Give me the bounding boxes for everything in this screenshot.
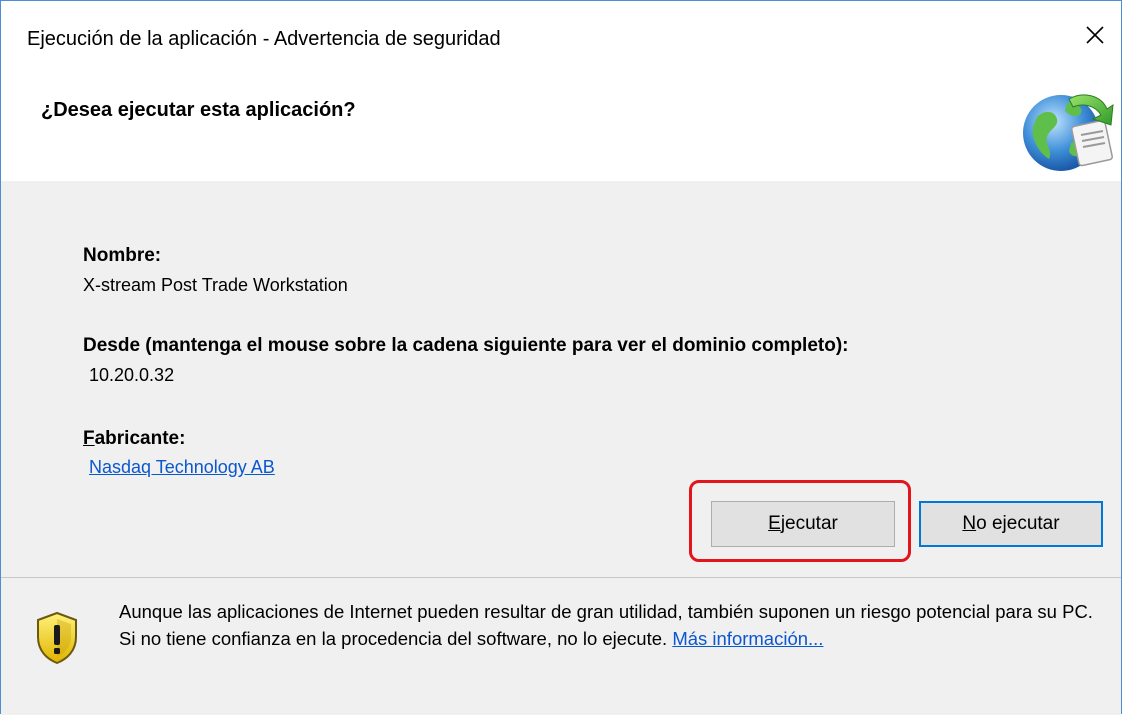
warning-body: Aunque las aplicaciones de Internet pued… xyxy=(119,601,1093,649)
do-not-run-button-label: No ejecutar xyxy=(962,513,1060,534)
run-question: ¿Desea ejecutar esta aplicación? xyxy=(41,99,356,121)
from-value[interactable]: 10.20.0.32 xyxy=(89,365,174,386)
warning-footer: Aunque las aplicaciones de Internet pued… xyxy=(1,578,1121,715)
window-title: Ejecución de la aplicación - Advertencia… xyxy=(27,28,501,50)
application-globe-icon xyxy=(1023,94,1114,171)
close-button[interactable] xyxy=(1075,15,1115,55)
more-info-link[interactable]: Más información... xyxy=(672,628,823,649)
from-label: Desde (mantenga el mouse sobre la cadena… xyxy=(83,335,849,356)
run-button-label: Ejecutar xyxy=(768,513,838,534)
name-value: X-stream Post Trade Workstation xyxy=(83,275,348,295)
dialog-header: ¿Desea ejecutar esta aplicación? xyxy=(1,81,1121,181)
publisher-label: Fabricante: xyxy=(83,428,186,449)
details-panel: Nombre: X-stream Post Trade Workstation … xyxy=(1,181,1121,578)
do-not-run-button[interactable]: No ejecutar xyxy=(919,501,1103,547)
title-bar: Ejecución de la aplicación - Advertencia… xyxy=(1,1,1121,81)
close-icon xyxy=(1086,26,1104,44)
name-label: Nombre: xyxy=(83,245,162,266)
security-warning-dialog: Ejecución de la aplicación - Advertencia… xyxy=(0,0,1122,715)
shield-warning-icon xyxy=(37,611,77,665)
run-button[interactable]: Ejecutar xyxy=(711,501,895,547)
publisher-link[interactable]: Nasdaq Technology AB xyxy=(89,457,275,478)
warning-message: Aunque las aplicaciones de Internet pued… xyxy=(119,598,1109,652)
